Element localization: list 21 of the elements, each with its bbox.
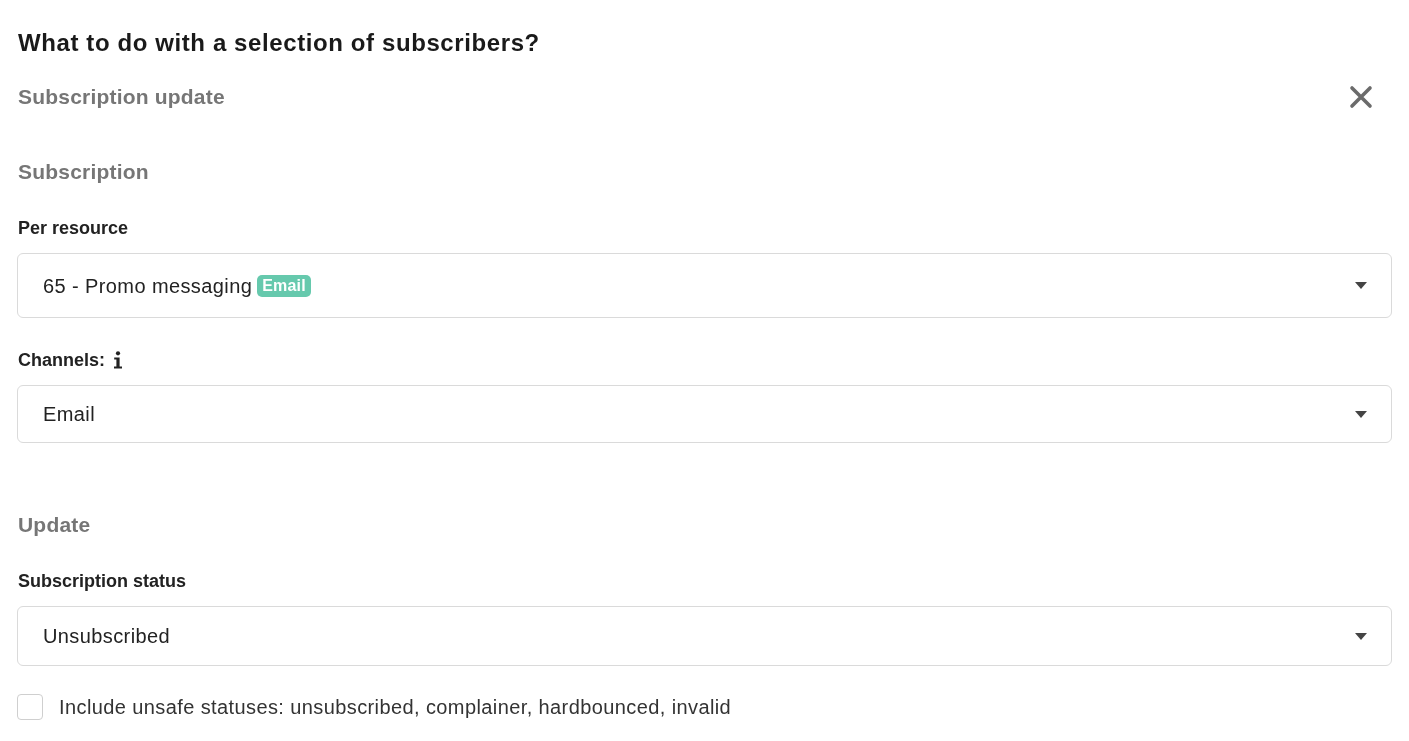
caret-icon [1355, 410, 1367, 418]
section-heading: Update [18, 512, 91, 538]
dropdown-select[interactable]: Email [17, 385, 1392, 443]
selected-value: 65 - Promo messaging [43, 273, 253, 299]
caret-icon [1355, 282, 1367, 289]
checkbox[interactable] [17, 694, 43, 720]
close-icon [1349, 85, 1373, 109]
field-label: Channels: [18, 349, 105, 371]
selected-value: Unsubscribed [43, 624, 171, 649]
dialog-subtitle: Subscription update [18, 84, 225, 110]
selected-value: Email [43, 402, 95, 427]
field-label: Per resource [18, 217, 129, 239]
dialog-title: What to do with a selection of subscribers? [18, 28, 540, 58]
dropdown-select[interactable]: 65 - Promo messaging Email [17, 253, 1392, 318]
checkbox-label: Include unsafe statuses: unsubscribed, complainer, hardbounced, invalid [59, 695, 732, 720]
channel-tag: Email [257, 274, 311, 297]
caret-icon [1355, 632, 1367, 640]
field-label: Subscription status [18, 570, 187, 592]
dropdown-select[interactable]: Unsubscribed [17, 606, 1392, 666]
section-heading: Subscription [18, 159, 149, 185]
close-button[interactable] [1349, 85, 1373, 109]
